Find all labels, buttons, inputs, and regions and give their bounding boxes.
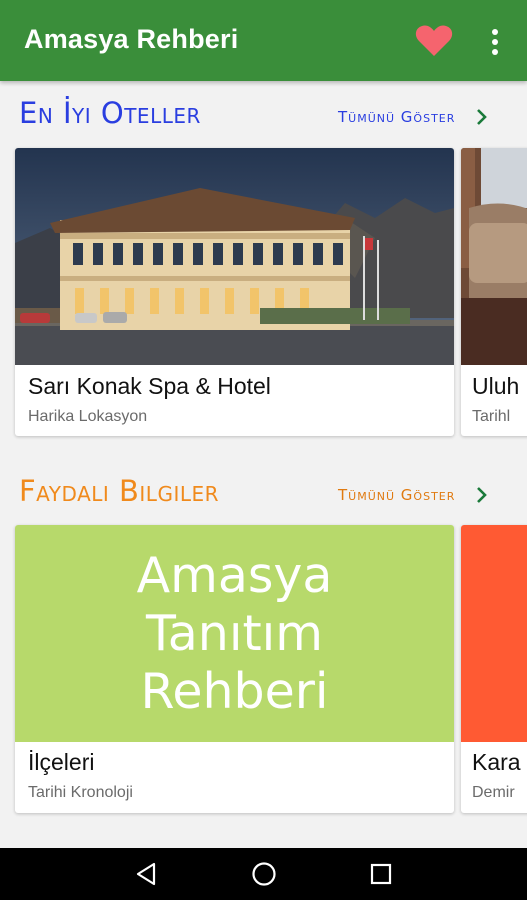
hotel-photo bbox=[15, 148, 454, 365]
hotel-card-subtitle: Harika Lokasyon bbox=[28, 408, 148, 425]
info-section-title: Faydalı Bilgiler bbox=[19, 474, 220, 508]
info-card-image: Amasya Tanıtım Rehberi bbox=[15, 525, 454, 742]
info-card[interactable]: Kara Demir bbox=[461, 525, 527, 813]
info-card-title: İlçeleri bbox=[28, 749, 95, 775]
hotel-card-subtitle: Tarihl bbox=[472, 408, 511, 425]
recents-icon[interactable] bbox=[366, 860, 396, 888]
back-icon[interactable] bbox=[132, 860, 162, 888]
app-title: Amasya Rehberi bbox=[24, 24, 239, 54]
hotel-photo bbox=[461, 148, 527, 365]
chevron-right-icon[interactable] bbox=[475, 108, 489, 126]
more-options-button[interactable] bbox=[480, 22, 510, 58]
info-card-subtitle: Tarihi Kronoloji bbox=[28, 784, 133, 801]
home-icon[interactable] bbox=[249, 860, 279, 888]
image-text-line: Tanıtım bbox=[145, 605, 324, 662]
image-text-line: Amasya bbox=[136, 547, 333, 604]
info-show-all-link[interactable]: Tümünü Göster bbox=[338, 486, 455, 504]
chevron-right-icon[interactable] bbox=[475, 486, 489, 504]
app-bar: Amasya Rehberi bbox=[0, 0, 527, 81]
hotels-section-title: En İyi Oteller bbox=[19, 96, 201, 130]
hotel-card[interactable]: Sarı Konak Spa & Hotel Harika Lokasyon bbox=[15, 148, 454, 436]
hotels-show-all-link[interactable]: Tümünü Göster bbox=[338, 108, 455, 126]
system-navigation-bar bbox=[0, 848, 527, 900]
info-card[interactable]: Amasya Tanıtım Rehberi İlçeleri Tarihi K… bbox=[15, 525, 454, 813]
info-card-image bbox=[461, 525, 527, 742]
hotel-card-title: Uluh bbox=[472, 373, 520, 399]
info-card-subtitle: Demir bbox=[472, 784, 515, 801]
heart-icon bbox=[415, 25, 453, 56]
hotel-card-title: Sarı Konak Spa & Hotel bbox=[28, 373, 271, 399]
info-card-title: Kara bbox=[472, 749, 521, 775]
more-vert-icon bbox=[492, 29, 498, 35]
hotel-card[interactable]: Uluh Tarihl bbox=[461, 148, 527, 436]
image-text-line: Rehberi bbox=[140, 663, 329, 720]
favorites-button[interactable] bbox=[414, 24, 454, 58]
